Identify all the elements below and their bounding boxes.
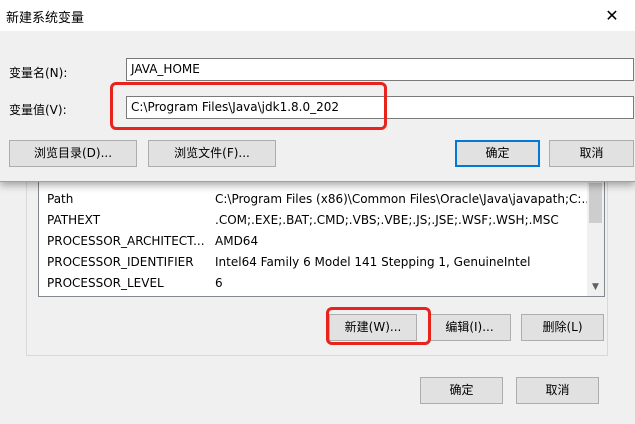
variable-name: PROCESSOR_LEVEL (47, 276, 164, 290)
variable-name: Path (47, 192, 74, 206)
scroll-thumb[interactable] (589, 183, 602, 223)
scroll-down-icon[interactable]: ▼ (587, 279, 604, 296)
dialog-title: 新建系统变量 (6, 11, 85, 26)
list-item[interactable]: PATHEXT .COM;.EXE;.BAT;.CMD;.VBS;.VBE;.J… (39, 210, 589, 231)
system-variables-list[interactable]: Path C:\Program Files (x86)\Common Files… (38, 180, 605, 297)
variable-value: C:\Program Files (x86)\Common Files\Orac… (215, 192, 587, 206)
variable-value-label: 变量值(V): (9, 103, 67, 117)
variable-value: 6 (215, 276, 223, 290)
variable-name-field[interactable]: JAVA_HOME (126, 58, 634, 81)
delete-variable-button[interactable]: 删除(L) (521, 314, 604, 341)
new-system-variable-dialog: 新建系统变量 ✕ 变量名(N): JAVA_HOME 变量值(V): C:\Pr… (0, 0, 635, 182)
ok-button[interactable]: 确定 (455, 140, 540, 167)
variable-value: .COM;.EXE;.BAT;.CMD;.VBS;.VBE;.JS;.JSE;.… (215, 213, 559, 227)
variable-value-field[interactable]: C:\Program Files\Java\jdk1.8.0_202 (126, 96, 634, 119)
variable-name-label: 变量名(N): (9, 66, 68, 80)
vertical-scrollbar[interactable]: ▼ (587, 181, 604, 296)
browse-directory-button[interactable]: 浏览目录(D)... (9, 140, 137, 167)
footer-ok-button[interactable]: 确定 (420, 377, 503, 404)
cancel-button[interactable]: 取消 (549, 140, 634, 167)
list-item[interactable]: PROCESSOR_ARCHITECT... AMD64 (39, 231, 589, 252)
footer-cancel-button[interactable]: 取消 (516, 377, 599, 404)
list-item[interactable]: Path C:\Program Files (x86)\Common Files… (39, 189, 589, 210)
edit-variable-button[interactable]: 编辑(I)... (428, 314, 511, 341)
browse-file-button[interactable]: 浏览文件(F)... (148, 140, 276, 167)
variable-name: PROCESSOR_ARCHITECT... (47, 234, 205, 248)
close-icon[interactable]: ✕ (589, 0, 635, 31)
variable-name: PATHEXT (47, 213, 101, 227)
variable-name: PROCESSOR_IDENTIFIER (47, 255, 194, 269)
new-variable-button[interactable]: 新建(W)... (329, 314, 417, 341)
title-bar: 新建系统变量 ✕ (0, 0, 635, 31)
list-item[interactable]: PROCESSOR_LEVEL 6 (39, 273, 589, 294)
variable-value: AMD64 (215, 234, 259, 248)
variable-value: Intel64 Family 6 Model 141 Stepping 1, G… (215, 255, 531, 269)
list-item[interactable]: PROCESSOR_IDENTIFIER Intel64 Family 6 Mo… (39, 252, 589, 273)
